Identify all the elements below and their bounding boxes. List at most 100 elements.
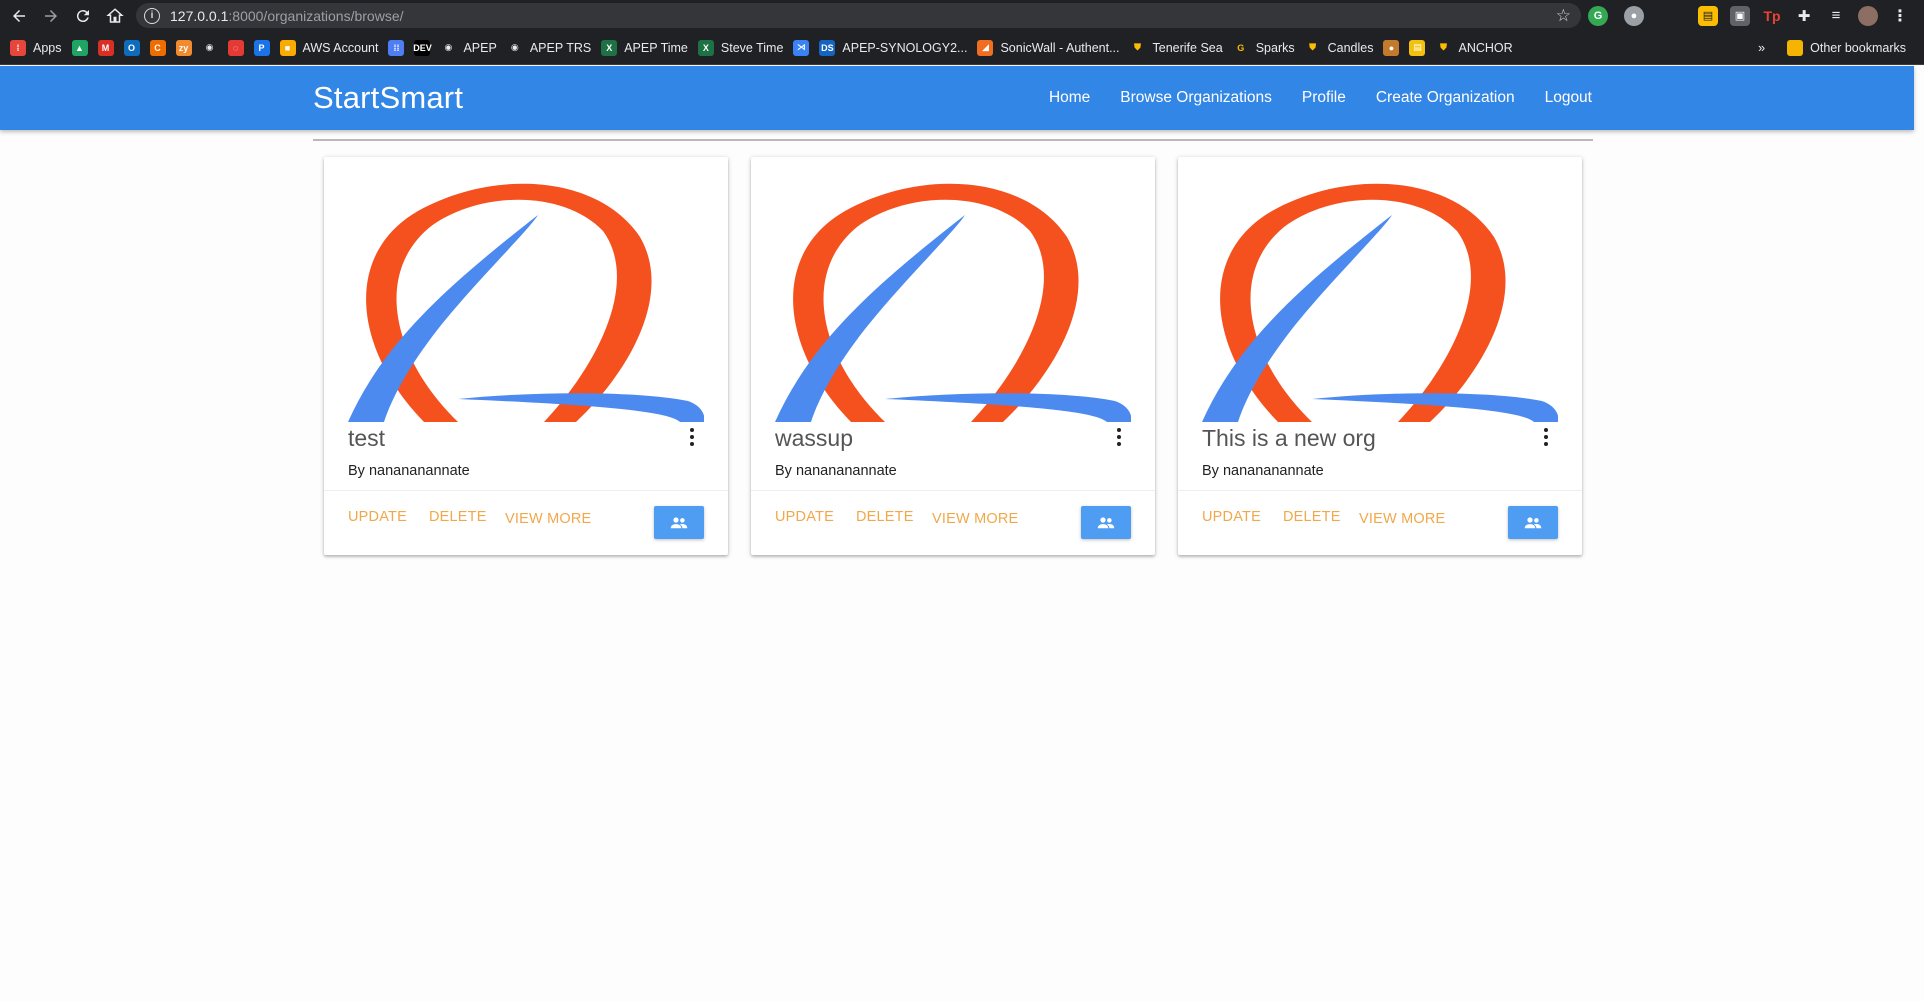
vscode-icon: ⋊: [793, 39, 810, 56]
back-button[interactable]: [6, 3, 32, 29]
bookmark-label: SonicWall - Authent...: [1000, 40, 1120, 55]
dev-icon: DEV: [413, 39, 432, 56]
bookmark-item[interactable]: ⛊ Candles: [1305, 36, 1373, 60]
organization-author: By nanananannate: [775, 463, 897, 479]
bookmark-item[interactable]: ◢ SonicWall - Authent...: [977, 36, 1120, 60]
g-icon: G: [1237, 42, 1245, 53]
puzzle-extensions-icon[interactable]: ✚: [1794, 6, 1814, 26]
chrome-menu-icon[interactable]: ⋮: [1890, 6, 1910, 26]
bookmarks-bar-right: » Other bookmarks: [1758, 31, 1906, 65]
bookmark-item[interactable]: ◌: [227, 36, 244, 60]
more-vert-icon[interactable]: [1113, 425, 1125, 449]
members-button[interactable]: [1081, 506, 1131, 539]
bookmark-item[interactable]: X APEP Time: [601, 36, 688, 60]
bookmark-item[interactable]: DS APEP-SYNOLOGY2...: [819, 36, 967, 60]
brand-logo[interactable]: StartSmart: [313, 80, 463, 116]
nav-logout-link[interactable]: Logout: [1545, 89, 1592, 107]
bookmark-item[interactable]: zy: [175, 36, 192, 60]
bookmark-item[interactable]: M: [97, 36, 114, 60]
url-host: 127.0.0.1: [170, 7, 229, 24]
delete-button[interactable]: DELETE: [856, 509, 914, 525]
bookmark-item[interactable]: ⛊ Tenerife Sea: [1130, 36, 1223, 60]
bookmark-label: APEP: [463, 40, 497, 55]
url-text[interactable]: 127.0.0.1:8000/organizations/browse/: [170, 8, 404, 24]
bookmark-item[interactable]: ●: [1383, 36, 1400, 60]
home-button[interactable]: [102, 3, 128, 29]
grammarly-icon[interactable]: G: [1588, 5, 1608, 26]
shield-icon: ⛊: [1134, 42, 1141, 52]
view-more-button[interactable]: VIEW MORE: [932, 511, 1018, 527]
bookmark-item[interactable]: DEV: [413, 36, 432, 60]
bookmark-item[interactable]: O: [123, 36, 140, 60]
forward-button[interactable]: [38, 3, 64, 29]
bookmark-label: ANCHOR: [1458, 40, 1513, 55]
globe-icon: ◉: [205, 42, 214, 52]
bookmark-item[interactable]: ◉: [202, 36, 218, 60]
organization-logo-image: [1202, 183, 1558, 422]
site-info-icon[interactable]: i: [144, 7, 160, 24]
bookmark-item[interactable]: C: [149, 36, 166, 60]
more-vert-icon[interactable]: [1540, 425, 1552, 449]
other-bookmarks-button[interactable]: Other bookmarks: [1810, 41, 1906, 55]
update-button[interactable]: UPDATE: [1202, 509, 1261, 525]
update-button[interactable]: UPDATE: [348, 509, 407, 525]
members-button[interactable]: [654, 506, 704, 539]
nav-profile-link[interactable]: Profile: [1302, 89, 1346, 107]
bookmark-item[interactable]: ▲: [71, 36, 88, 60]
forward-arrow-icon: [45, 9, 57, 22]
nav-home-link[interactable]: Home: [1049, 89, 1090, 107]
organization-card: wassup By nanananannate UPDATE DELETE VI…: [751, 157, 1155, 555]
reload-button[interactable]: [70, 3, 96, 29]
bookmark-label: Apps: [33, 40, 62, 55]
address-bar[interactable]: i 127.0.0.1:8000/organizations/browse/ ☆: [136, 3, 1581, 28]
nav-browse-organizations-link[interactable]: Browse Organizations: [1120, 89, 1272, 107]
members-button[interactable]: [1508, 506, 1558, 539]
outlook-icon: O: [123, 39, 140, 56]
organization-title: wassup: [775, 425, 853, 451]
bookmark-item[interactable]: ⁞⁞: [388, 36, 405, 60]
globe-icon: ◉: [510, 42, 519, 52]
bookmark-item[interactable]: ⋊: [793, 36, 810, 60]
sticky-note-extension-icon[interactable]: ▤: [1698, 5, 1718, 26]
more-vert-icon[interactable]: [686, 425, 698, 449]
nav-create-organization-link[interactable]: Create Organization: [1376, 89, 1515, 107]
home-icon: [106, 7, 124, 23]
bookmarks-overflow-button[interactable]: »: [1758, 41, 1765, 55]
profile-avatar[interactable]: [1858, 5, 1878, 26]
shield-icon: ⛊: [1309, 42, 1316, 52]
people-icon: [670, 516, 688, 528]
back-arrow-icon: [13, 9, 25, 22]
bookmark-item[interactable]: ■ AWS Account: [279, 36, 379, 60]
bookmark-item[interactable]: G Sparks: [1233, 36, 1294, 60]
media-control-icon[interactable]: ≡: [1826, 6, 1846, 26]
bookmark-item[interactable]: ▤: [1409, 36, 1426, 60]
apps-grid-icon: ⁞: [10, 39, 26, 56]
nav-links: Home Browse Organizations Profile Create…: [1019, 66, 1592, 130]
organization-title: This is a new org: [1202, 425, 1376, 451]
bookmark-item[interactable]: P: [253, 36, 270, 60]
circle-extension-icon[interactable]: ●: [1624, 5, 1644, 26]
organization-card: test By nanananannate UPDATE DELETE VIEW…: [324, 157, 728, 555]
sonicwall-icon: ◢: [977, 39, 994, 56]
bookmark-label: APEP Time: [624, 40, 688, 55]
globe-icon: ◉: [444, 42, 453, 52]
bookmark-item[interactable]: X Steve Time: [697, 36, 783, 60]
bookmark-item[interactable]: ⁞ Apps: [10, 36, 62, 60]
tp-extension-icon[interactable]: Tp: [1762, 6, 1782, 26]
view-more-button[interactable]: VIEW MORE: [505, 511, 591, 527]
delete-button[interactable]: DELETE: [1283, 509, 1341, 525]
update-button[interactable]: UPDATE: [775, 509, 834, 525]
note-icon: ▤: [1409, 39, 1426, 56]
tab-counter-extension-icon[interactable]: ▣: [1730, 5, 1750, 26]
organization-author: By nanananannate: [1202, 463, 1324, 479]
bookmark-item[interactable]: ⛊ ANCHOR: [1435, 36, 1513, 60]
delete-button[interactable]: DELETE: [429, 509, 487, 525]
bookmark-star-icon[interactable]: ☆: [1556, 6, 1571, 26]
bookmark-item[interactable]: ◉ APEP: [440, 36, 497, 60]
card-divider: [751, 490, 1155, 491]
view-more-button[interactable]: VIEW MORE: [1359, 511, 1445, 527]
grid-icon: ⁞⁞: [388, 39, 405, 56]
bookmark-label: AWS Account: [302, 40, 379, 55]
bookmark-item[interactable]: ◉ APEP TRS: [507, 36, 591, 60]
organization-card-list: test By nanananannate UPDATE DELETE VIEW…: [324, 157, 1605, 555]
